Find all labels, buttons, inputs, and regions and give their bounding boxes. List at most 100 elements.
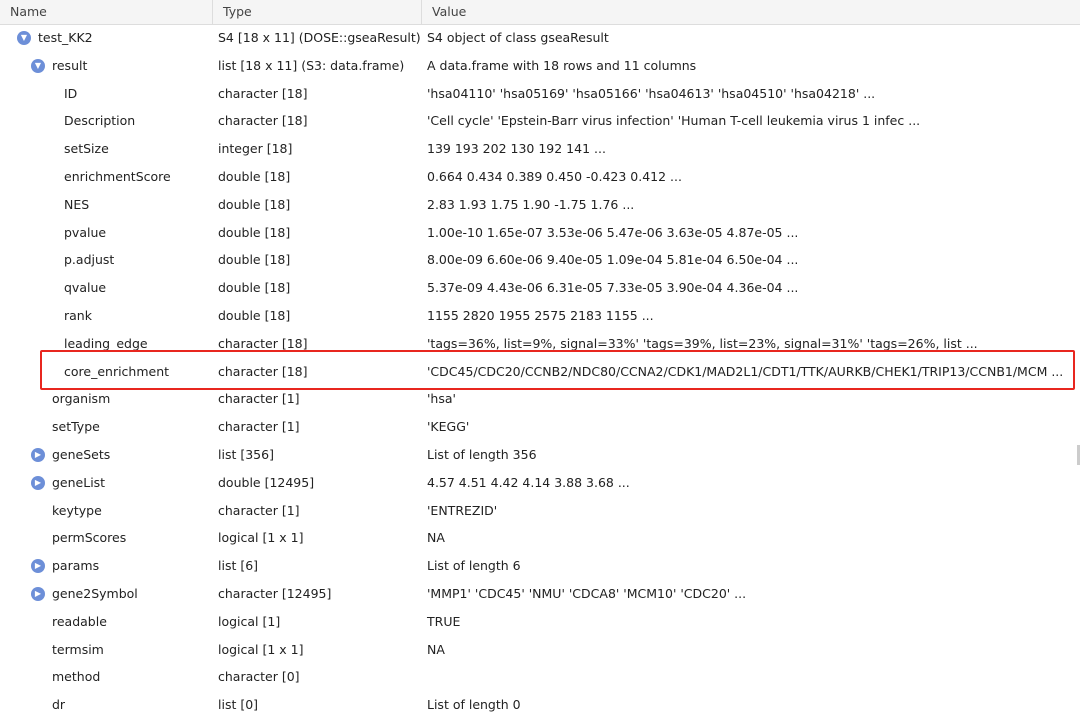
cell-type: logical [1 x 1] [218, 641, 304, 657]
cell-type: double [18] [218, 308, 291, 323]
cell-name: Description [64, 113, 136, 129]
cell-type: list [18 x 11] (S3: data.frame) [218, 57, 405, 73]
cell-name: leading_edge [64, 335, 148, 351]
tree-row[interactable]: ▶ geneSets list [356] List of length 356 [0, 441, 1080, 469]
cell-name: ID [64, 85, 78, 101]
cell-value: 'ENTREZID' [427, 502, 498, 518]
cell-name: enrichmentScore [64, 169, 171, 184]
tree-row[interactable]: setSize integer [18] 139 193 202 130 192 1… [0, 135, 1080, 163]
cell-type: logical [1] [218, 613, 281, 629]
cell-type: double [12495] [218, 474, 315, 490]
cell-type: character [18] [218, 363, 308, 379]
cell-type: character [18] [218, 335, 308, 351]
cell-type: character [18] [218, 113, 308, 129]
expand-icon[interactable]: ▶ [31, 587, 45, 601]
cell-name: params [52, 558, 100, 574]
cell-name: geneList [52, 474, 106, 490]
tree-row[interactable]: enrichmentScore double [18] 0.664 0.434 0.… [0, 163, 1080, 191]
tree-row[interactable]: readable logical [1] TRUE [0, 608, 1080, 636]
tree-row[interactable]: qvalue double [18] 5.37e-09 4.43e-06 6.31e… [0, 274, 1080, 302]
cell-value: S4 object of class gseaResult [427, 30, 609, 45]
cell-value: 'Cell cycle' 'Epstein-Barr virus infecti… [427, 113, 921, 129]
cell-value: List of length 356 [427, 447, 537, 462]
cell-name: method [52, 669, 101, 685]
cell-value: 0.664 0.434 0.389 0.450 -0.423 0.412 ... [427, 169, 682, 184]
tree-row[interactable]: ▼ test_KK2 S4 [18 x 11] (DOSE::gseaResult)… [0, 24, 1080, 52]
cell-value: 139 193 202 130 192 141 ... [427, 141, 606, 157]
cell-name: readable [52, 613, 107, 629]
cell-value: 4.57 4.51 4.42 4.14 3.88 3.68 ... [427, 474, 630, 490]
cell-value: 8.00e-09 6.60e-06 9.40e-05 1.09e-04 5.81… [427, 252, 799, 268]
cell-name: permScores [52, 530, 127, 546]
tree-row[interactable]: core_enrichment character [18] 'CDC45/CDC2… [0, 358, 1080, 386]
cell-type: double [18] [218, 196, 291, 212]
cell-name: setType [52, 419, 100, 435]
cell-value: 'hsa' [427, 391, 456, 407]
tree-row[interactable]: dr list [0] List of length 0 [0, 691, 1080, 719]
cell-value: 1155 2820 1955 2575 2183 1155 ... [427, 308, 654, 323]
cell-type: logical [1 x 1] [218, 530, 304, 546]
cell-value: 'KEGG' [427, 419, 470, 435]
cell-name: test_KK2 [38, 30, 93, 45]
cell-value: 'tags=36%, list=9%, signal=33%' 'tags=39… [427, 335, 978, 351]
header-name[interactable]: Name [0, 0, 212, 24]
cell-type: list [356] [218, 447, 274, 462]
cell-name: dr [52, 697, 66, 713]
cell-value: NA [427, 530, 445, 546]
tree-row[interactable]: permScores logical [1 x 1] NA [0, 524, 1080, 552]
cell-name: termsim [52, 641, 104, 657]
tree-row[interactable]: ▼ result list [18 x 11] (S3: data.frame) A … [0, 52, 1080, 80]
cell-name: geneSets [52, 447, 111, 462]
cell-name: keytype [52, 502, 102, 518]
tree-row[interactable]: Description character [18] 'Cell cycle' 'E… [0, 107, 1080, 135]
expand-icon[interactable]: ▶ [31, 559, 45, 574]
cell-value: 5.37e-09 4.43e-06 6.31e-05 7.33e-05 3.90… [427, 280, 799, 296]
cell-value: 1.00e-10 1.65e-07 3.53e-06 5.47e-06 3.63… [427, 224, 799, 240]
cell-type: character [1] [218, 502, 300, 518]
collapse-icon[interactable]: ▼ [31, 58, 45, 73]
cell-type: double [18] [218, 280, 291, 296]
tree-row[interactable]: ▶ gene2Symbol character [12495] 'MMP1' 'CDC… [0, 580, 1080, 608]
cell-value: 'CDC45/CDC20/CCNB2/NDC80/CCNA2/CDK1/MAD2… [427, 363, 1064, 379]
header-type[interactable]: Type [212, 0, 421, 24]
cell-type: character [1] [218, 391, 300, 407]
cell-value: 'MMP1' 'CDC45' 'NMU' 'CDCA8' 'MCM10' 'CD… [427, 586, 747, 601]
tree-row[interactable]: pvalue double [18] 1.00e-10 1.65e-07 3.53e… [0, 219, 1080, 247]
cell-name: core_enrichment [64, 363, 170, 379]
cell-name: gene2Symbol [52, 586, 138, 601]
cell-type: list [0] [218, 697, 259, 713]
tree-row[interactable]: method character [0] [0, 663, 1080, 691]
cell-name: rank [64, 308, 92, 323]
tree-row[interactable]: termsim logical [1 x 1] NA [0, 636, 1080, 664]
tree-row[interactable]: setType character [1] 'KEGG' [0, 413, 1080, 441]
cell-value: List of length 6 [427, 558, 521, 574]
tree-row[interactable]: NES double [18] 2.83 1.93 1.75 1.90 -1.75 … [0, 191, 1080, 219]
tree-row[interactable]: rank double [18] 1155 2820 1955 2575 2183 … [0, 302, 1080, 330]
tree-row[interactable]: ▶ params list [6] List of length 6 [0, 552, 1080, 580]
tree-row[interactable]: organism character [1] 'hsa' [0, 385, 1080, 413]
expand-icon[interactable]: ▶ [31, 475, 45, 490]
cell-name: p.adjust [64, 252, 115, 268]
tree-row[interactable]: ▶ geneList double [12495] 4.57 4.51 4.42 4.… [0, 469, 1080, 497]
tree-row[interactable]: p.adjust double [18] 8.00e-09 6.60e-06 9.4… [0, 246, 1080, 274]
cell-type: double [18] [218, 252, 291, 268]
cell-value: A data.frame with 18 rows and 11 columns [427, 57, 697, 73]
cell-type: character [1] [218, 419, 300, 435]
tree-row[interactable]: leading_edge character [18] 'tags=36%, lis… [0, 330, 1080, 358]
cell-type: double [18] [218, 169, 291, 184]
tree-row[interactable]: keytype character [1] 'ENTREZID' [0, 497, 1080, 525]
cell-value: TRUE [427, 613, 461, 629]
collapse-icon[interactable]: ▼ [17, 31, 31, 45]
cell-type: character [12495] [218, 586, 332, 601]
tree-row[interactable]: ID character [18] 'hsa04110' 'hsa05169' 'h… [0, 80, 1080, 108]
cell-type: list [6] [218, 558, 259, 574]
cell-value: NA [427, 641, 445, 657]
expand-icon[interactable]: ▶ [31, 448, 45, 462]
cell-type: character [18] [218, 85, 308, 101]
cell-name: NES [64, 196, 90, 212]
cell-value: 2.83 1.93 1.75 1.90 -1.75 1.76 ... [427, 196, 635, 212]
cell-name: qvalue [64, 280, 107, 296]
cell-name: pvalue [64, 224, 107, 240]
cell-value: 'hsa04110' 'hsa05169' 'hsa05166' 'hsa046… [427, 85, 876, 101]
header-value[interactable]: Value [421, 0, 1080, 24]
